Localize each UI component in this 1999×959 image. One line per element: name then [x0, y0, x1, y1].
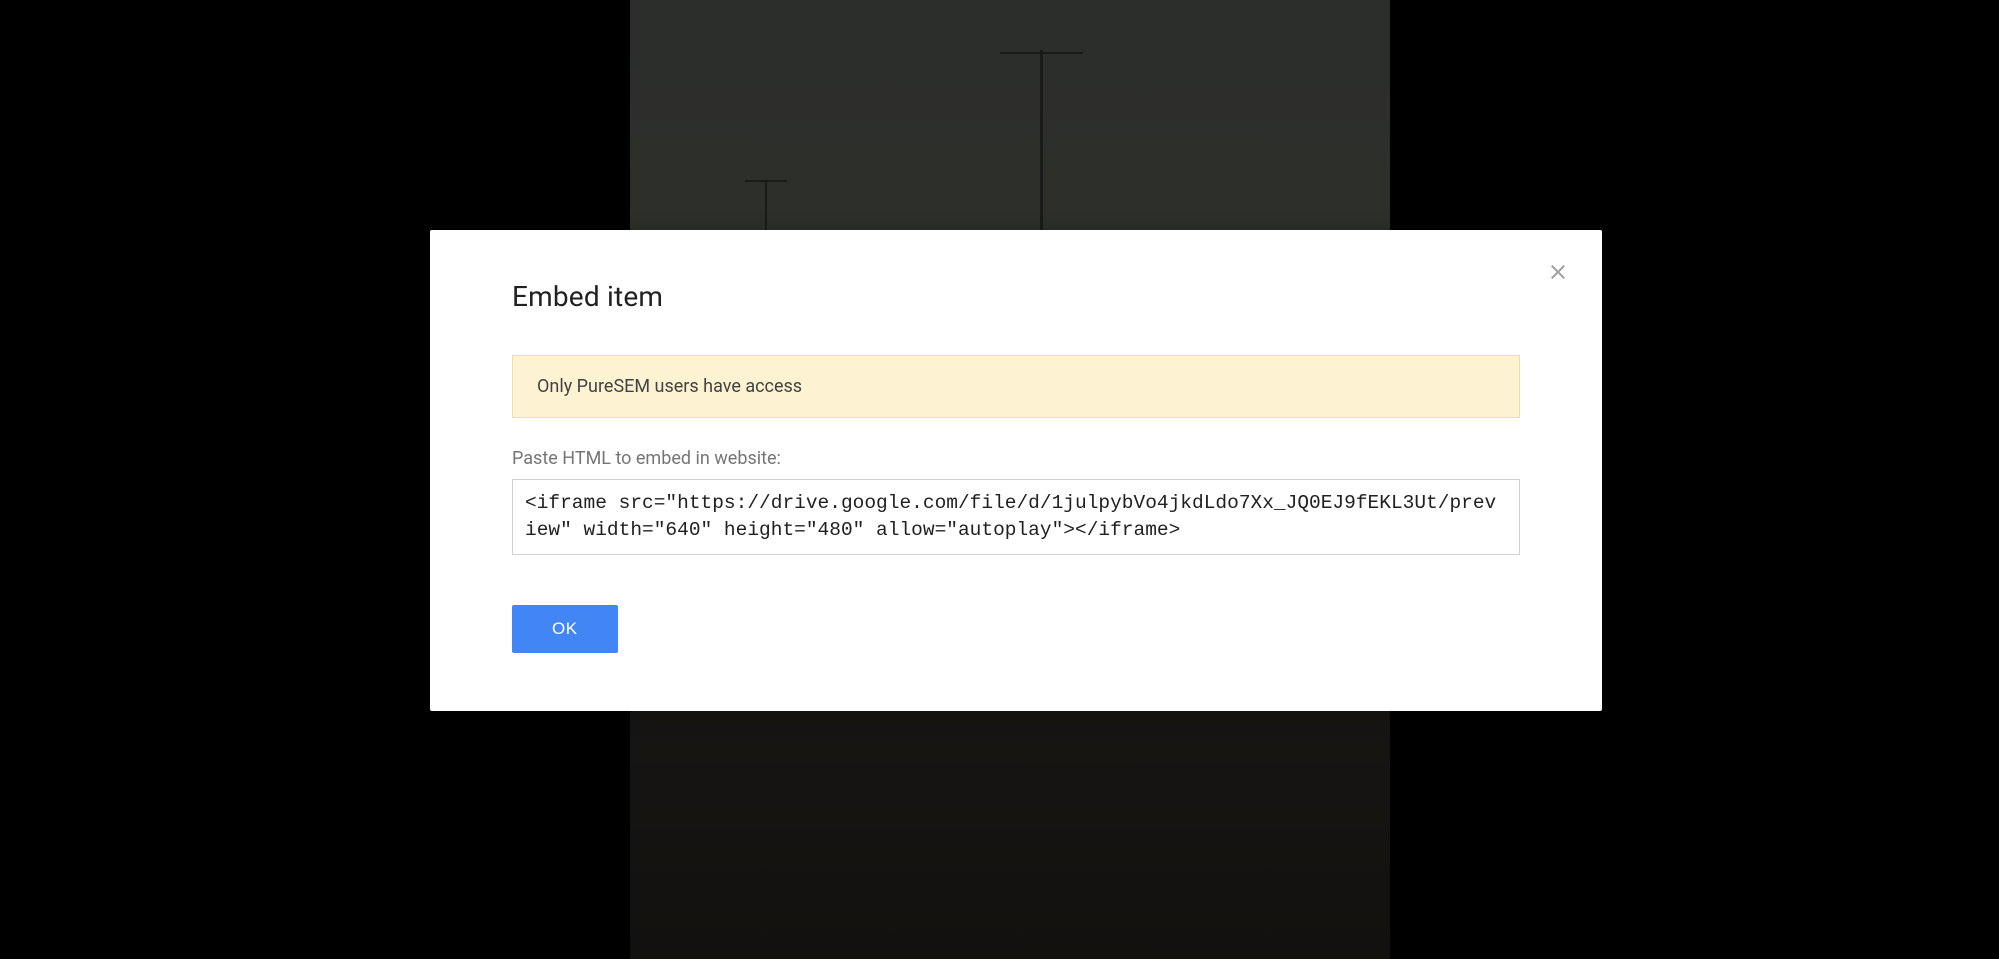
paste-html-label: Paste HTML to embed in website:	[512, 448, 1520, 469]
embed-code-textarea[interactable]: <iframe src="https://drive.google.com/fi…	[512, 479, 1520, 555]
modal-title: Embed item	[512, 280, 1520, 313]
embed-item-modal: Embed item Only PureSEM users have acces…	[430, 230, 1602, 711]
ok-button[interactable]: OK	[512, 605, 618, 653]
close-button[interactable]	[1544, 258, 1572, 286]
access-warning-banner: Only PureSEM users have access	[512, 355, 1520, 418]
close-icon	[1546, 260, 1570, 284]
modal-overlay: Embed item Only PureSEM users have acces…	[0, 0, 1999, 959]
